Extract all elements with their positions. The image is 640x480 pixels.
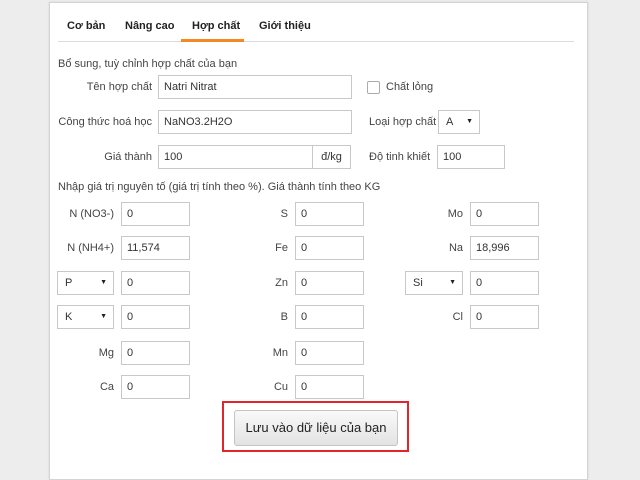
element-label-mo: Mo xyxy=(447,208,463,220)
element-label-mg: Mg xyxy=(98,347,114,359)
elements-note: Nhập giá trị nguyên tố (giá trị tính the… xyxy=(58,181,381,193)
price-unit: đ/kg xyxy=(313,145,351,169)
element-label-fe: Fe xyxy=(275,242,288,254)
chevron-down-icon: ▼ xyxy=(100,279,107,286)
intro-text: Bổ sung, tuỳ chỉnh hợp chất của bạn xyxy=(58,58,238,70)
tab-about[interactable]: Giới thiệu xyxy=(259,20,311,32)
element-label-ca: Ca xyxy=(99,381,114,393)
element-select-si[interactable]: Si ▼ xyxy=(405,271,463,295)
element-input-zn[interactable]: 0 xyxy=(295,271,364,295)
element-input-cu[interactable]: 0 xyxy=(295,375,364,399)
element-input-cl[interactable]: 0 xyxy=(470,305,539,329)
element-label-cu: Cu xyxy=(273,381,288,393)
tab-basic[interactable]: Cơ bản xyxy=(67,20,105,32)
compound-type-select[interactable]: A ▼ xyxy=(438,110,480,134)
element-select-p-value: P xyxy=(65,277,73,289)
element-label-s: S xyxy=(280,208,288,220)
element-input-b[interactable]: 0 xyxy=(295,305,364,329)
compound-name-input[interactable]: Natri Nitrat xyxy=(158,75,352,99)
element-label-b: B xyxy=(280,311,288,323)
element-select-k-value: K xyxy=(65,311,73,323)
element-label-n-nh4: N (NH4+) xyxy=(67,242,114,254)
formula-label: Công thức hoá học xyxy=(58,116,152,128)
price-input[interactable]: 100 xyxy=(158,145,313,169)
element-input-mo[interactable]: 0 xyxy=(470,202,539,226)
compound-type-label: Loại hợp chất xyxy=(369,116,437,128)
element-input-mn[interactable]: 0 xyxy=(295,341,364,365)
element-input-p[interactable]: 0 xyxy=(121,271,190,295)
element-select-p[interactable]: P ▼ xyxy=(57,271,114,295)
element-select-k[interactable]: K ▼ xyxy=(57,305,114,329)
save-button[interactable]: Lưu vào dữ liệu của bạn xyxy=(234,410,398,446)
purity-input[interactable]: 100 xyxy=(437,145,505,169)
chevron-down-icon: ▼ xyxy=(100,313,107,320)
tab-advanced[interactable]: Nâng cao xyxy=(125,20,175,32)
element-input-fe[interactable]: 0 xyxy=(295,236,364,260)
element-input-k[interactable]: 0 xyxy=(121,305,190,329)
element-input-n-no3[interactable]: 0 xyxy=(121,202,190,226)
chevron-down-icon: ▼ xyxy=(449,279,456,286)
liquid-checkbox[interactable] xyxy=(367,81,380,94)
element-input-s[interactable]: 0 xyxy=(295,202,364,226)
element-select-si-value: Si xyxy=(413,277,423,289)
compound-type-value: A xyxy=(446,116,454,128)
element-input-mg[interactable]: 0 xyxy=(121,341,190,365)
element-input-ca[interactable]: 0 xyxy=(121,375,190,399)
chevron-down-icon: ▼ xyxy=(466,118,473,125)
tab-compound[interactable]: Hợp chất xyxy=(192,20,240,32)
active-tab-indicator xyxy=(181,39,244,42)
formula-input[interactable]: NaNO3.2H2O xyxy=(158,110,352,134)
liquid-label: Chất lỏng xyxy=(386,81,434,93)
element-input-si[interactable]: 0 xyxy=(470,271,539,295)
element-label-mn: Mn xyxy=(272,347,288,359)
element-label-n-no3: N (NO3-) xyxy=(69,208,114,220)
element-label-cl: Cl xyxy=(452,311,463,323)
element-input-n-nh4[interactable]: 11,574 xyxy=(121,236,190,260)
element-label-zn: Zn xyxy=(275,277,288,289)
element-input-na[interactable]: 18,996 xyxy=(470,236,539,260)
price-label: Giá thành xyxy=(104,151,152,163)
purity-label: Độ tinh khiết xyxy=(369,151,431,163)
element-label-na: Na xyxy=(448,242,463,254)
compound-name-label: Tên hợp chất xyxy=(86,81,152,93)
